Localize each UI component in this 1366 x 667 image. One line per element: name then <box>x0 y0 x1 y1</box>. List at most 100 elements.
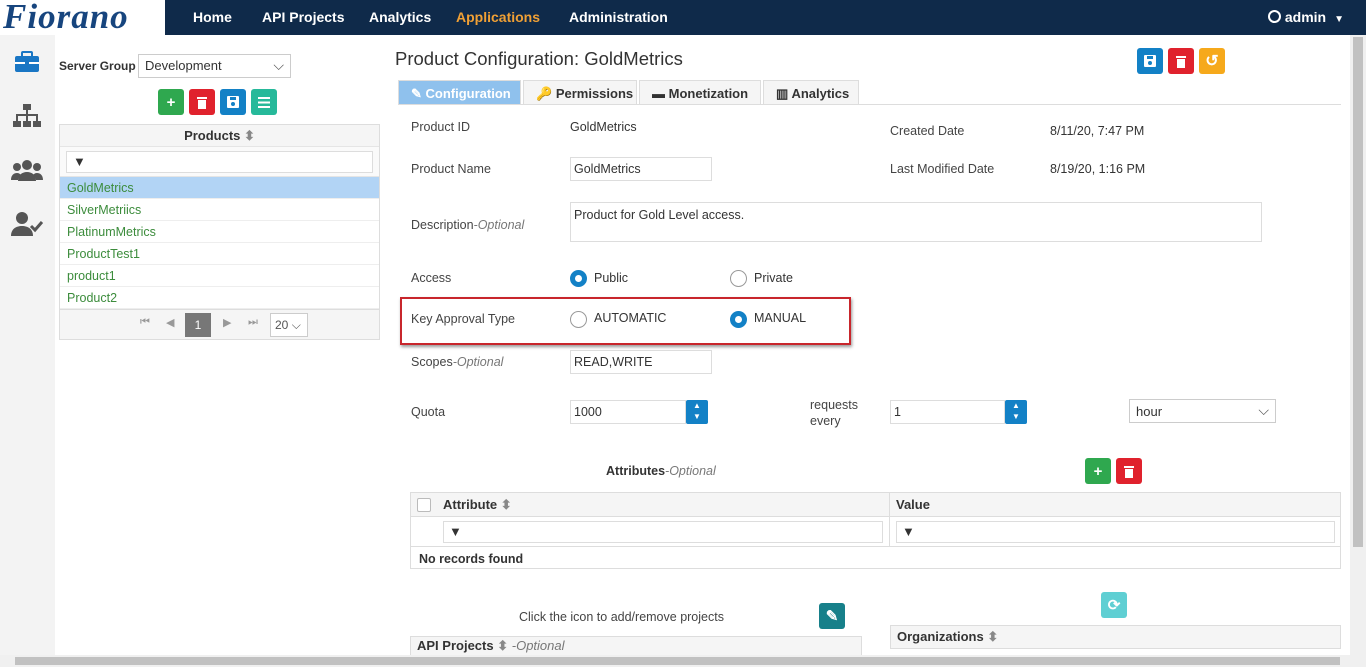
user-menu[interactable]: admin ▼ <box>1267 9 1344 25</box>
products-header[interactable]: Products ⬍ <box>60 125 379 147</box>
tab-label: Analytics <box>791 86 850 101</box>
sort-icon: ⬍ <box>500 497 512 512</box>
tab-permissions[interactable]: 🔑 Permissions <box>523 80 637 105</box>
api-projects-header[interactable]: API Projects ⬍ -Optional <box>410 636 862 656</box>
scroll-thumb[interactable] <box>1353 37 1363 547</box>
optional-tag: -Optional <box>665 464 716 478</box>
chevron-down-icon: ⌵ <box>291 318 301 332</box>
products-filter: ▼ <box>60 147 379 177</box>
key-approval-label: Key Approval Type <box>411 312 516 326</box>
value-filter-input[interactable]: ▼ <box>896 521 1335 543</box>
tab-analytics[interactable]: ▥ Analytics <box>763 80 859 105</box>
attribute-filter-input[interactable]: ▼ <box>443 521 883 543</box>
last-modified-value: 8/19/20, 1:16 PM <box>1050 162 1146 176</box>
delete-button[interactable] <box>1168 48 1194 74</box>
attributes-label: Attributes-Optional <box>606 464 716 478</box>
interval-spinner[interactable]: ▲ ▼ <box>1005 400 1027 424</box>
quota-interval-input[interactable]: 1 <box>890 400 1005 424</box>
quota-unit-select[interactable]: hour ⌵ <box>1129 399 1276 423</box>
description-textarea[interactable]: Product for Gold Level access. <box>570 202 1262 242</box>
save-product-button[interactable] <box>220 89 246 115</box>
quota-label: Quota <box>411 405 446 419</box>
briefcase-icon[interactable] <box>10 45 44 79</box>
nav-applications[interactable]: Applications <box>456 9 540 25</box>
scroll-thumb[interactable] <box>15 657 1340 665</box>
product-id-label: Product ID <box>411 120 471 134</box>
save-button[interactable] <box>1137 48 1163 74</box>
server-group-select[interactable]: Development ⌵ <box>138 54 291 78</box>
vertical-scrollbar[interactable] <box>1350 35 1366 655</box>
quota-spinner[interactable]: ▲ ▼ <box>686 400 708 424</box>
access-private-radio[interactable] <box>730 270 747 287</box>
edit-projects-button[interactable]: ✎ <box>819 603 845 629</box>
page-size-value: 20 <box>275 318 289 332</box>
current-page[interactable]: 1 <box>185 313 211 337</box>
server-group-label: Server Group <box>59 59 136 73</box>
product-row-product1[interactable]: product1 <box>60 265 379 287</box>
optional-tag: -Optional <box>452 355 504 369</box>
key-automatic-radio[interactable] <box>570 311 587 328</box>
last-page-icon[interactable]: ⏭ <box>248 316 258 329</box>
tab-monetization[interactable]: ▬ Monetization <box>639 80 761 105</box>
quota-input[interactable]: 1000 <box>570 400 686 424</box>
key-icon: 🔑 <box>536 86 553 101</box>
tab-label: Monetization <box>668 86 749 101</box>
quota-unit-value: hour <box>1136 404 1163 419</box>
list-view-button[interactable] <box>251 89 277 115</box>
trash-icon <box>197 96 207 109</box>
add-attribute-button[interactable]: + <box>1085 458 1111 484</box>
nav-home[interactable]: Home <box>193 9 232 25</box>
product-row-platinummetrics[interactable]: PlatinumMetrics <box>60 221 379 243</box>
add-product-button[interactable]: + <box>158 89 184 115</box>
key-manual-radio[interactable] <box>730 311 747 328</box>
scopes-input[interactable]: READ,WRITE <box>570 350 712 374</box>
attribute-column-header[interactable]: Attribute ⬍ <box>443 497 512 513</box>
access-public-radio[interactable] <box>570 270 587 287</box>
delete-attribute-button[interactable] <box>1116 458 1142 484</box>
product-row-silvermetriics[interactable]: SilverMetriics <box>60 199 379 221</box>
projects-hint: Click the icon to add/remove projects <box>519 610 724 624</box>
select-all-checkbox[interactable] <box>417 498 431 512</box>
organizations-header[interactable]: Organizations ⬍ <box>890 625 1341 649</box>
tab-divider <box>398 104 1341 105</box>
products-header-label: Products <box>184 128 241 143</box>
page-size-select[interactable]: 20 ⌵ <box>270 313 308 337</box>
products-filter-input[interactable]: ▼ <box>66 151 373 173</box>
horizontal-scrollbar[interactable] <box>0 655 1366 667</box>
undo-icon: ↺ <box>1205 53 1219 70</box>
user-check-icon[interactable] <box>10 207 44 241</box>
nav-api-projects[interactable]: API Projects <box>262 9 344 25</box>
refresh-icon: ⟳ <box>1107 597 1121 614</box>
nav-analytics[interactable]: Analytics <box>369 9 431 25</box>
requests-every-label: requests every <box>810 397 858 429</box>
fiorano-logo[interactable]: Fiorano <box>0 0 165 35</box>
filter-icon: ▼ <box>73 154 86 169</box>
tab-label: Configuration <box>425 86 511 101</box>
next-page-icon[interactable]: ▶ <box>223 316 231 329</box>
save-icon <box>1144 55 1156 67</box>
product-name-input[interactable]: GoldMetrics <box>570 157 712 181</box>
product-row-product2[interactable]: Product2 <box>60 287 379 309</box>
tab-configuration[interactable]: ✎ Configuration <box>398 80 521 105</box>
trash-icon <box>1124 465 1134 478</box>
nav-administration[interactable]: Administration <box>569 9 668 25</box>
every-text: every <box>810 414 841 428</box>
product-id-value: GoldMetrics <box>570 120 637 134</box>
product-row-goldmetrics[interactable]: GoldMetrics <box>60 177 379 199</box>
tab-label: Permissions <box>555 86 634 101</box>
product-row-producttest1[interactable]: ProductTest1 <box>60 243 379 265</box>
caret-down-icon: ▼ <box>1334 14 1344 25</box>
prev-page-icon[interactable]: ◀ <box>166 316 174 329</box>
sitemap-icon[interactable] <box>10 99 44 133</box>
delete-product-button[interactable] <box>189 89 215 115</box>
first-page-icon[interactable]: ⏮ <box>140 316 150 329</box>
bar-chart-icon: ▥ <box>776 86 789 101</box>
value-column-header[interactable]: Value <box>896 497 930 512</box>
server-group-value: Development <box>145 58 222 73</box>
plus-icon: + <box>1093 462 1103 480</box>
users-icon[interactable] <box>10 153 44 187</box>
revert-button[interactable]: ↺ <box>1199 48 1225 74</box>
access-label: Access <box>411 271 452 285</box>
refresh-button[interactable]: ⟳ <box>1101 592 1127 618</box>
value-col-label: Value <box>896 497 930 512</box>
